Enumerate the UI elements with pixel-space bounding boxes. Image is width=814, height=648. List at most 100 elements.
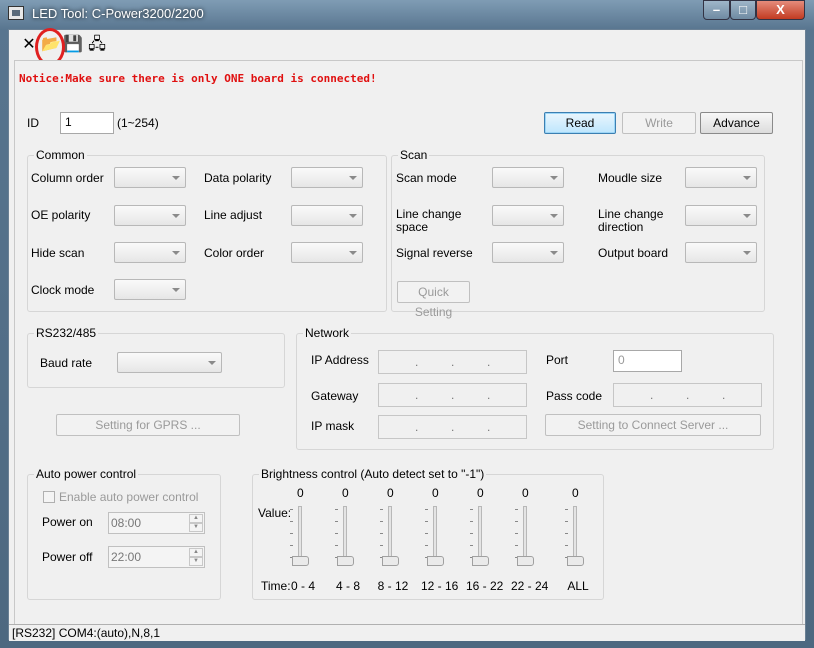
slider-tick [565, 521, 568, 522]
hide-scan-label: Hide scan [31, 246, 85, 260]
ip-dot: . [451, 388, 455, 402]
color-order-select[interactable] [291, 242, 363, 263]
column-order-select[interactable] [114, 167, 186, 188]
ip-dot: . [415, 388, 419, 402]
gateway-field[interactable]: . . . [378, 383, 527, 407]
slider-tick [515, 533, 518, 534]
maximize-button[interactable]: □ [730, 0, 756, 20]
brightness-slider-thumb-4[interactable] [472, 556, 489, 566]
brightness-time-6: ALL [567, 579, 589, 593]
power-on-spinner[interactable]: 08:00 ▲ ▼ [108, 512, 205, 534]
ip-address-label: IP Address [311, 353, 369, 367]
slider-tick [380, 509, 383, 510]
data-polarity-label: Data polarity [204, 171, 272, 185]
brightness-time-1: 4 - 8 [335, 579, 360, 593]
ip-mask-label: IP mask [311, 419, 355, 433]
spin-down-icon[interactable]: ▼ [189, 523, 203, 532]
id-input[interactable]: 1 [60, 112, 114, 134]
data-polarity-select[interactable] [291, 167, 363, 188]
ip-mask-field[interactable]: . . . [378, 415, 527, 439]
line-change-space-label: Line change space [396, 207, 462, 234]
connect-server-button[interactable]: Setting to Connect Server ... [545, 414, 761, 436]
line-change-space-select[interactable] [492, 205, 564, 226]
pass-code-field[interactable]: . . . [613, 383, 762, 407]
slider-tick [380, 521, 383, 522]
signal-reverse-label: Signal reverse [396, 246, 473, 260]
line-change-direction-select[interactable] [685, 205, 757, 226]
slider-tick [515, 521, 518, 522]
app-icon [8, 6, 24, 20]
ip-dot: . [415, 355, 419, 369]
line-change-direction-label: Line change direction [598, 207, 664, 234]
ip-dot: . [487, 420, 491, 434]
gprs-setting-button[interactable]: Setting for GPRS ... [56, 414, 240, 436]
minimize-button[interactable]: – [703, 0, 730, 20]
slider-tick [470, 533, 473, 534]
baud-rate-select[interactable] [117, 352, 222, 373]
advance-button[interactable]: Advance [700, 112, 773, 134]
slider-tick [515, 545, 518, 546]
hide-scan-select[interactable] [114, 242, 186, 263]
spin-up-icon[interactable]: ▲ [189, 548, 203, 557]
slider-tick [335, 533, 338, 534]
module-size-label: Moudle size [598, 171, 663, 185]
brightness-slider-thumb-3[interactable] [427, 556, 444, 566]
toolbar: ✕ 📂 💾 🖧 [9, 28, 805, 66]
brightness-value-6: 0 [572, 486, 579, 500]
brightness-value-label: Value: [258, 506, 292, 520]
ip-dot: . [650, 388, 654, 402]
brightness-time-3: 12 - 16 [421, 579, 459, 593]
window-title: LED Tool: C-Power3200/2200 [32, 6, 204, 21]
ip-address-field[interactable]: . . . [378, 350, 527, 374]
slider-tick [425, 509, 428, 510]
ip-dot: . [487, 355, 491, 369]
notice-text: Notice:Make sure there is only ONE board… [19, 72, 377, 85]
scan-mode-select[interactable] [492, 167, 564, 188]
ip-dot: . [686, 388, 690, 402]
save-icon[interactable]: 💾 [63, 35, 83, 55]
slider-tick [425, 533, 428, 534]
status-text: [RS232] COM4:(auto),N,8,1 [12, 626, 161, 640]
brightness-value-3: 0 [432, 486, 439, 500]
brightness-slider-thumb-6[interactable] [567, 556, 584, 566]
write-button[interactable]: Write [622, 112, 696, 134]
slider-tick [290, 509, 293, 510]
spin-up-icon[interactable]: ▲ [189, 514, 203, 523]
line-adjust-select[interactable] [291, 205, 363, 226]
pass-code-label: Pass code [546, 389, 603, 403]
brightness-slider-thumb-1[interactable] [337, 556, 354, 566]
power-off-spinner[interactable]: 22:00 ▲ ▼ [108, 546, 205, 568]
read-button[interactable]: Read [544, 112, 616, 134]
brightness-value-2: 0 [387, 486, 394, 500]
brightness-time-5: 22 - 24 [511, 579, 549, 593]
brightness-value-4: 0 [477, 486, 484, 500]
port-input[interactable]: 0 [613, 350, 682, 372]
module-size-select[interactable] [685, 167, 757, 188]
output-board-select[interactable] [685, 242, 757, 263]
column-order-label: Column order [31, 171, 104, 185]
close-window-button[interactable]: X [756, 0, 805, 20]
ip-dot: . [451, 420, 455, 434]
slider-tick [425, 545, 428, 546]
brightness-slider-thumb-5[interactable] [517, 556, 534, 566]
connect-icon[interactable]: 🖧 [87, 35, 107, 55]
brightness-slider-thumb-0[interactable] [292, 556, 309, 566]
enable-auto-power-checkbox[interactable] [43, 491, 55, 503]
spin-down-icon[interactable]: ▼ [189, 557, 203, 566]
brightness-slider-thumb-2[interactable] [382, 556, 399, 566]
oe-polarity-select[interactable] [114, 205, 186, 226]
brightness-time-4: 16 - 22 [466, 579, 504, 593]
brightness-value-1: 0 [342, 486, 349, 500]
common-title: Common [34, 148, 87, 162]
slider-tick [515, 509, 518, 510]
slider-tick [470, 509, 473, 510]
scan-mode-label: Scan mode [396, 171, 457, 185]
quick-setting-button[interactable]: Quick Setting [397, 281, 470, 319]
clock-mode-select[interactable] [114, 279, 186, 300]
scan-title: Scan [398, 148, 430, 162]
title-bar[interactable]: LED Tool: C-Power3200/2200 – □ X [0, 0, 814, 28]
power-off-label: Power off [42, 550, 93, 564]
signal-reverse-select[interactable] [492, 242, 564, 263]
status-bar: [RS232] COM4:(auto),N,8,1 [9, 624, 805, 641]
id-label: ID [27, 116, 39, 130]
